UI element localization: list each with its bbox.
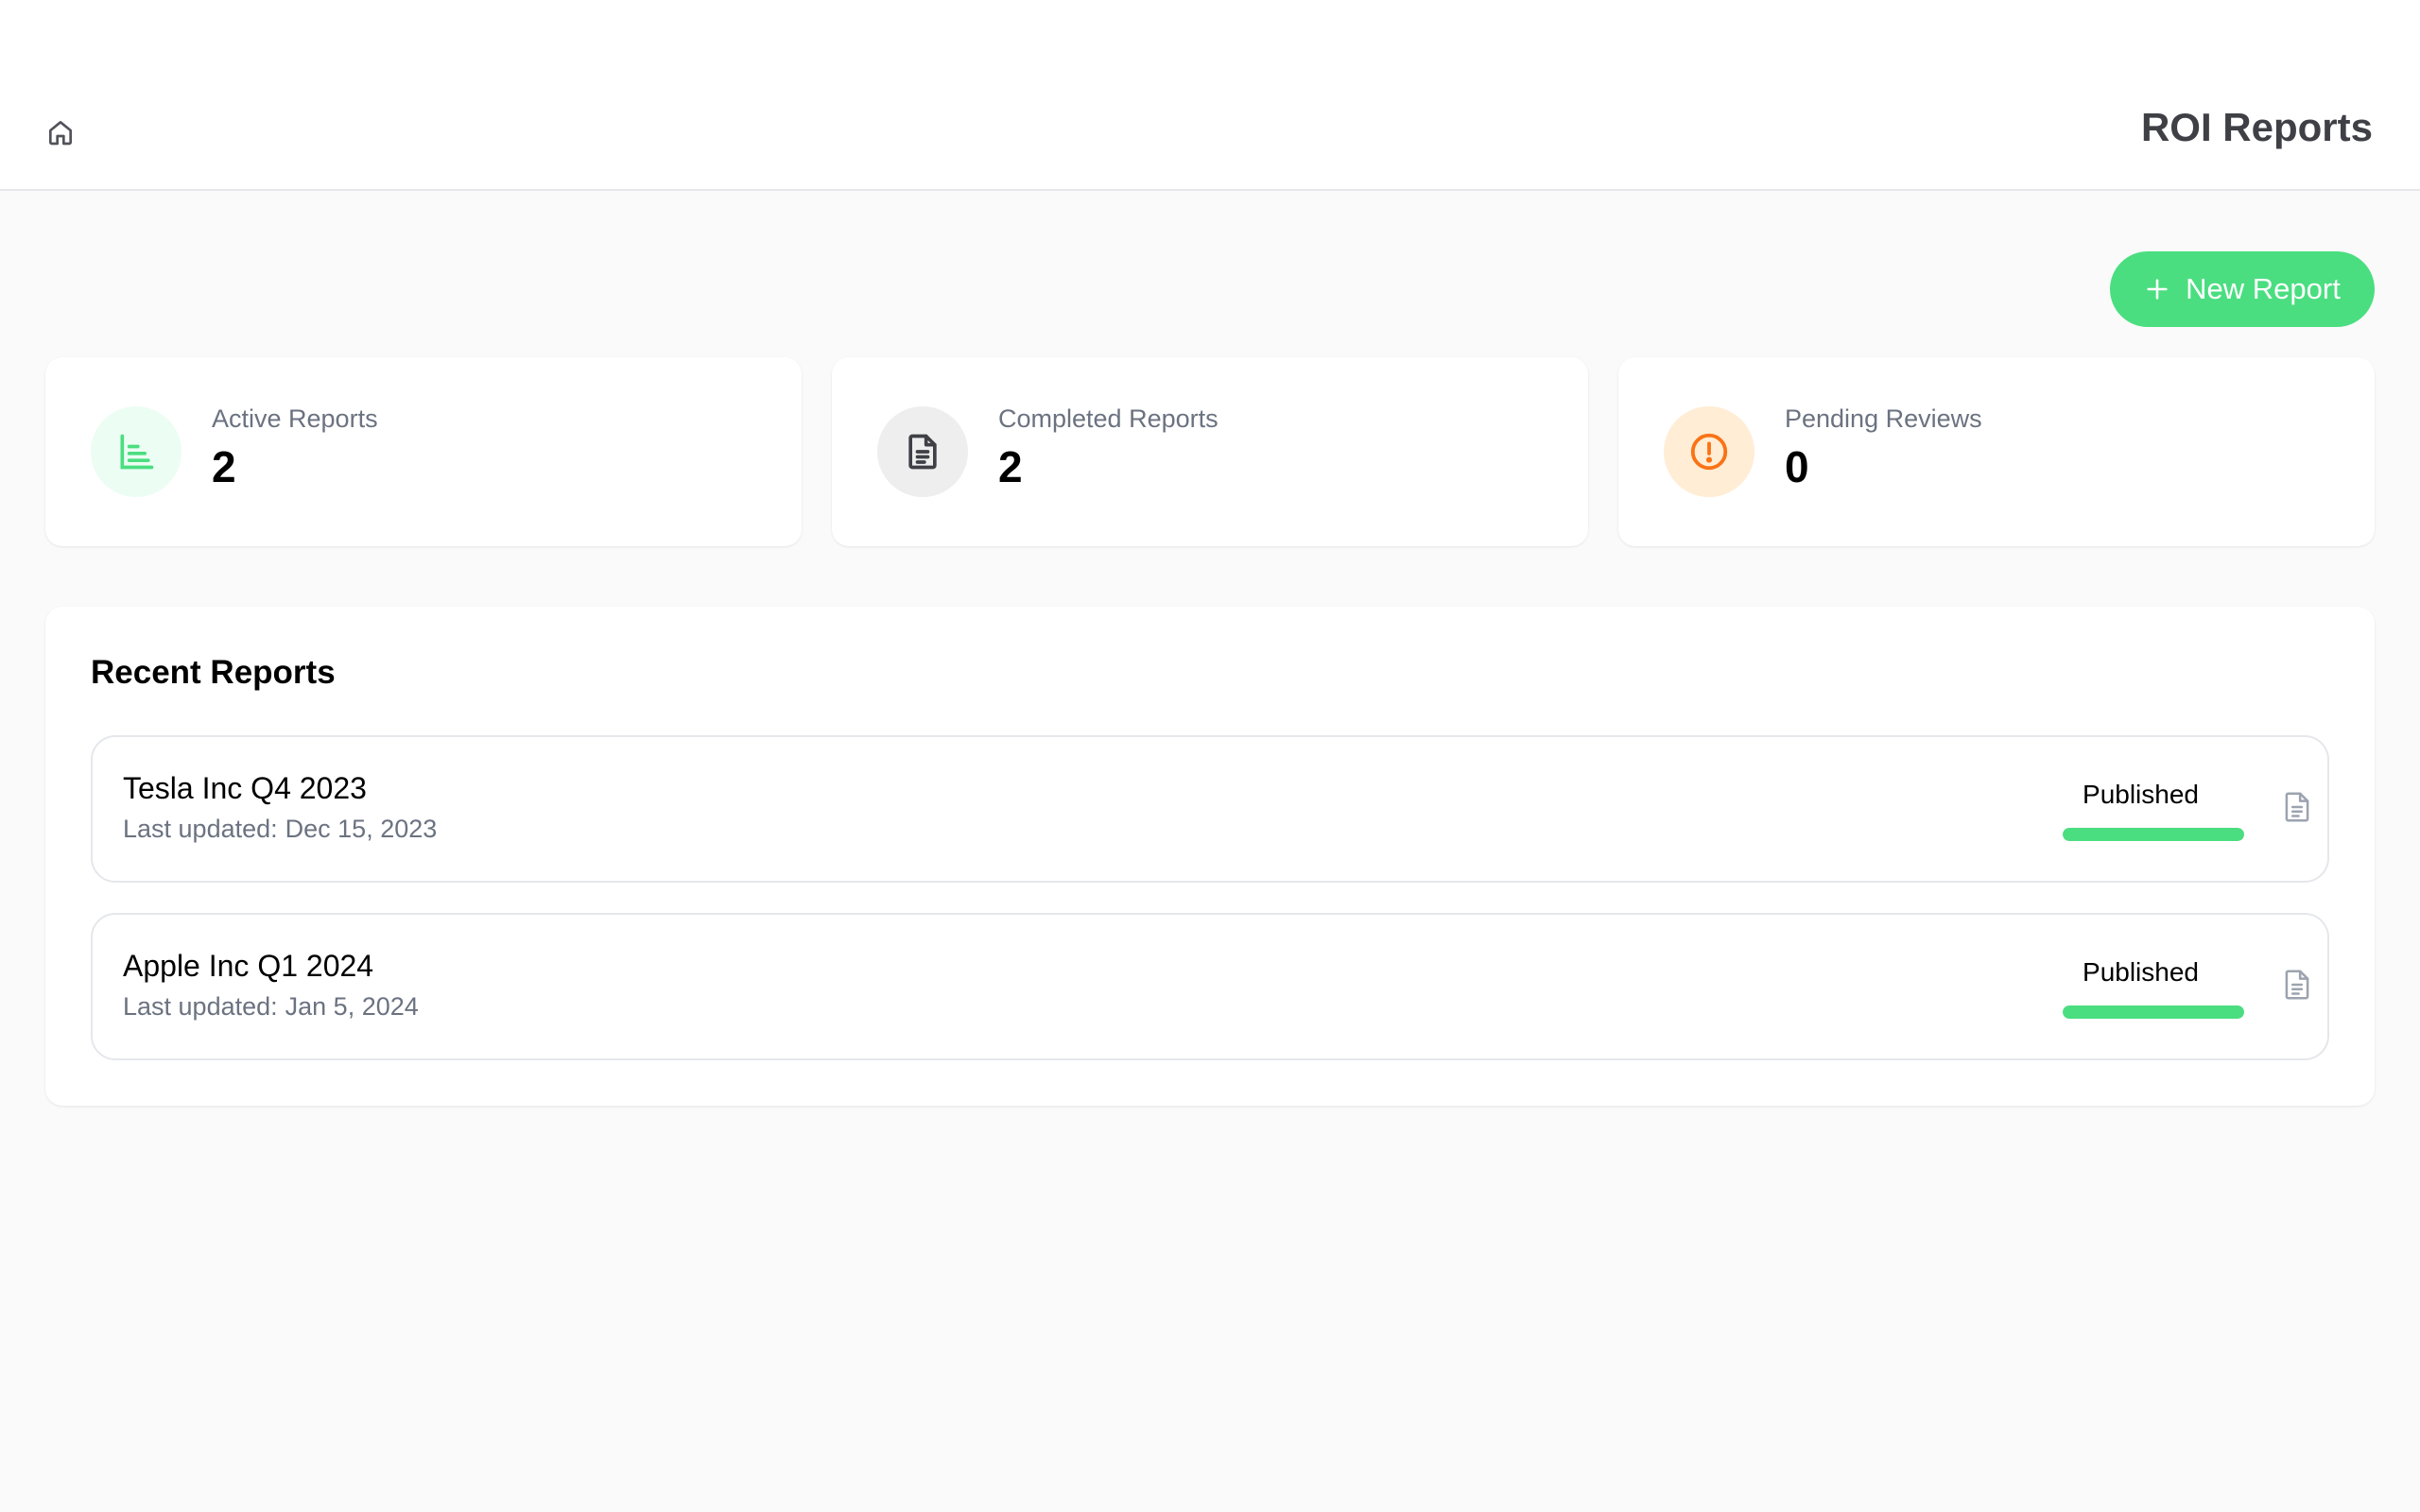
status-progress-fill: [2063, 1005, 2244, 1019]
stat-value: 0: [1785, 442, 1809, 491]
report-row-tesla[interactable]: Tesla Inc Q4 2023 Last updated: Dec 15, 2…: [91, 735, 2329, 883]
home-button[interactable]: [42, 115, 79, 153]
report-updated: Last updated: Dec 15, 2023: [123, 813, 437, 845]
stat-label: Pending Reviews: [1785, 404, 1982, 433]
updated-date: Dec 15, 2023: [285, 815, 438, 843]
plus-icon: [2144, 276, 2170, 302]
report-updated: Last updated: Jan 5, 2024: [123, 990, 419, 1022]
updated-prefix: Last updated:: [123, 992, 278, 1021]
updated-date: Jan 5, 2024: [285, 992, 419, 1021]
new-report-button[interactable]: New Report: [2110, 251, 2375, 327]
alert-circle-icon: [1664, 406, 1754, 497]
status-progress-bar: [2063, 1005, 2244, 1019]
report-row-apple[interactable]: Apple Inc Q1 2024 Last updated: Jan 5, 20…: [91, 913, 2329, 1060]
status-label: Published: [2083, 780, 2199, 809]
document-icon: [877, 406, 968, 497]
stat-value: 2: [998, 442, 1023, 491]
report-name: Apple Inc Q1 2024: [123, 949, 374, 983]
new-report-label: New Report: [2186, 272, 2341, 305]
updated-prefix: Last updated:: [123, 815, 278, 843]
stat-card-completed-reports: Completed Reports 2: [832, 357, 1588, 546]
open-report-button[interactable]: [2274, 964, 2320, 1009]
stat-value: 2: [212, 442, 236, 491]
open-report-button[interactable]: [2274, 786, 2320, 832]
stat-card-active-reports: Active Reports 2: [45, 357, 802, 546]
document-icon: [2279, 789, 2315, 830]
home-icon: [45, 117, 76, 152]
document-icon: [2279, 967, 2315, 1007]
top-bar: ROI Reports: [0, 0, 2420, 191]
report-name: Tesla Inc Q4 2023: [123, 771, 367, 805]
stat-label: Completed Reports: [998, 404, 1219, 433]
bar-chart-icon: [91, 406, 182, 497]
recent-reports-title: Recent Reports: [91, 654, 336, 691]
recent-reports-panel: Recent Reports Tesla Inc Q4 2023 Last up…: [45, 607, 2375, 1106]
status-label: Published: [2083, 957, 2199, 987]
stat-label: Active Reports: [212, 404, 378, 433]
status-progress-fill: [2063, 828, 2244, 841]
stat-card-pending-reviews: Pending Reviews 0: [1618, 357, 2375, 546]
status-progress-bar: [2063, 828, 2244, 841]
page-title: ROI Reports: [2140, 105, 2373, 149]
